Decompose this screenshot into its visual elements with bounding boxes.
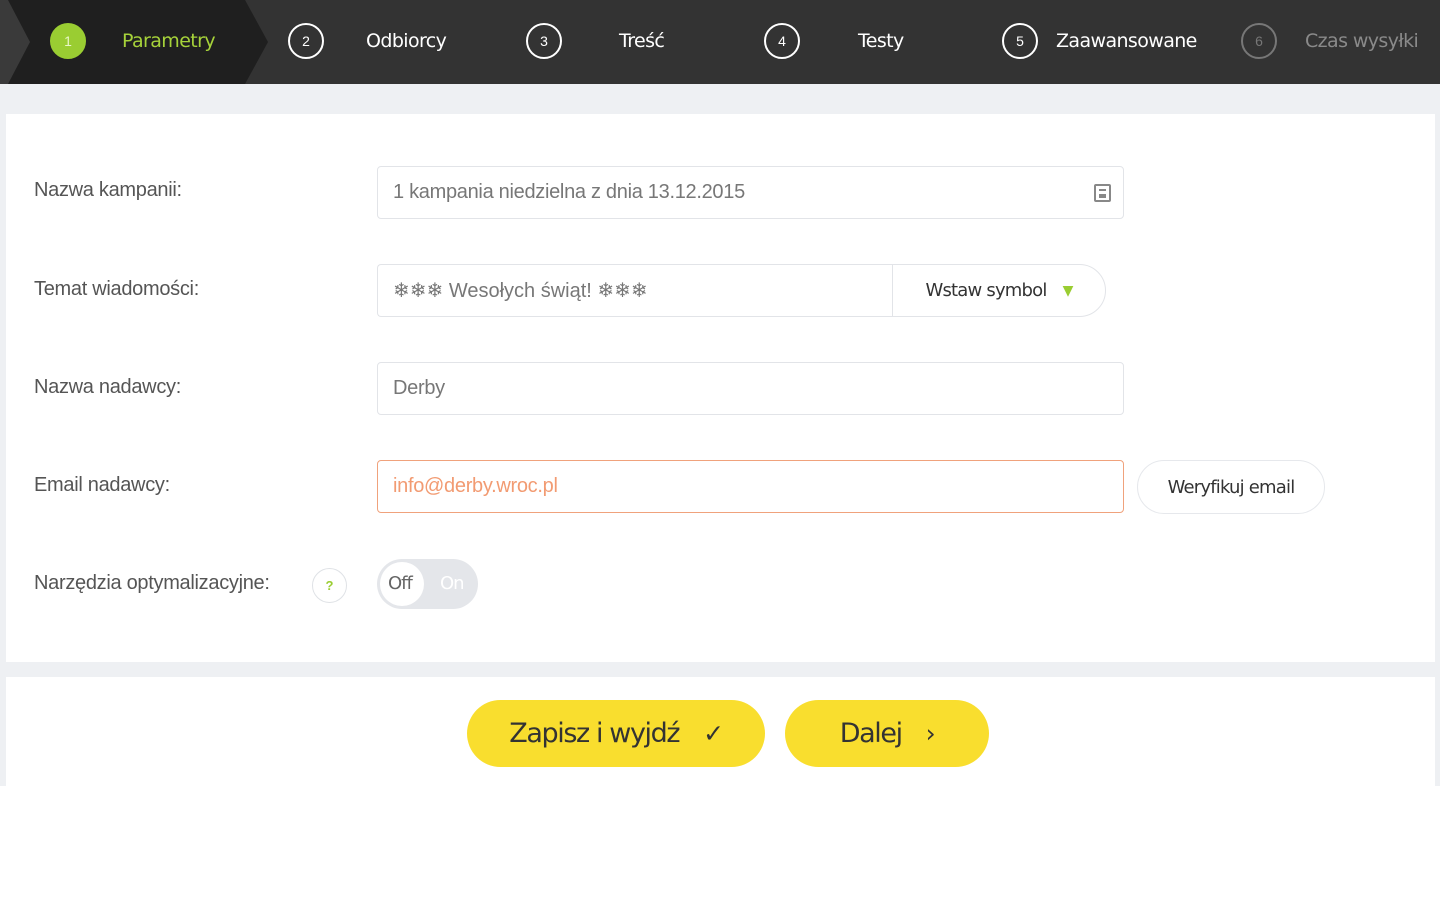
sender-email-value: info@derby.wroc.pl [393, 475, 558, 497]
optimization-toggle[interactable]: Off On [377, 559, 478, 609]
save-and-exit-label: Zapisz i wyjdź [509, 718, 680, 749]
help-icon[interactable]: ? [312, 568, 347, 603]
optimization-tools-label: Narzędzia optymalizacyjne: [34, 572, 270, 594]
chevron-right-icon: › [925, 719, 936, 748]
step-number: 6 [1241, 23, 1277, 59]
step-testy[interactable]: 4 Testy [764, 22, 904, 60]
next-label: Dalej [839, 718, 903, 749]
sender-email-label: Email nadawcy: [34, 474, 170, 496]
campaign-name-input[interactable]: 1 kampania niedzielna z dnia 13.12.2015 [377, 166, 1124, 219]
step-label: Czas wysyłki [1305, 30, 1419, 52]
step-label: Testy [858, 30, 904, 52]
toggle-off-label: Off [388, 573, 413, 594]
sender-name-label: Nazwa nadawcy: [34, 376, 181, 398]
save-and-exit-button[interactable]: Zapisz i wyjdź ✓ [467, 700, 765, 767]
step-label: Odbiorcy [366, 30, 447, 52]
campaign-name-label: Nazwa kampanii: [34, 179, 182, 201]
subject-input[interactable]: ❄❄❄ Wesołych świąt! ❄❄❄ [377, 264, 893, 317]
step-number: 3 [526, 23, 562, 59]
insert-symbol-label: Wstaw symbol [925, 280, 1047, 301]
step-label: Zaawansowane [1056, 30, 1197, 52]
sender-name-value: Derby [393, 377, 445, 399]
step-odbiorcy[interactable]: 2 Odbiorcy [288, 22, 447, 60]
step-zaawansowane[interactable]: 5 Zaawansowane [1002, 22, 1197, 60]
checkmark-icon: ✓ [703, 719, 724, 748]
insert-symbol-dropdown[interactable]: Wstaw symbol ▼ [892, 264, 1106, 317]
step-number: 4 [764, 23, 800, 59]
calendar-icon[interactable] [1094, 184, 1111, 202]
chevron-down-icon: ▼ [1062, 282, 1074, 299]
toggle-on-label: On [440, 573, 465, 594]
verify-email-button[interactable]: Weryfikuj email [1137, 460, 1325, 514]
next-button[interactable]: Dalej › [785, 700, 989, 767]
sender-email-input[interactable]: info@derby.wroc.pl [377, 460, 1124, 513]
step-label: Parametry [122, 30, 216, 52]
subject-value: ❄❄❄ Wesołych świąt! ❄❄❄ [393, 280, 648, 302]
step-number: 5 [1002, 23, 1038, 59]
subject-label: Temat wiadomości: [34, 278, 199, 300]
step-label: Treść [619, 30, 665, 52]
step-number: 1 [50, 23, 86, 59]
campaign-name-value: 1 kampania niedzielna z dnia 13.12.2015 [393, 181, 745, 203]
step-czas-wysylki: 6 Czas wysyłki [1241, 22, 1419, 60]
wizard-stepper: 1 Parametry 2 Odbiorcy 3 Treść 4 Testy 5… [0, 0, 1440, 84]
step-tresc[interactable]: 3 Treść [526, 22, 665, 60]
step-number: 2 [288, 23, 324, 59]
sender-name-input[interactable]: Derby [377, 362, 1124, 415]
step-parametry[interactable]: 1 Parametry [50, 22, 216, 60]
